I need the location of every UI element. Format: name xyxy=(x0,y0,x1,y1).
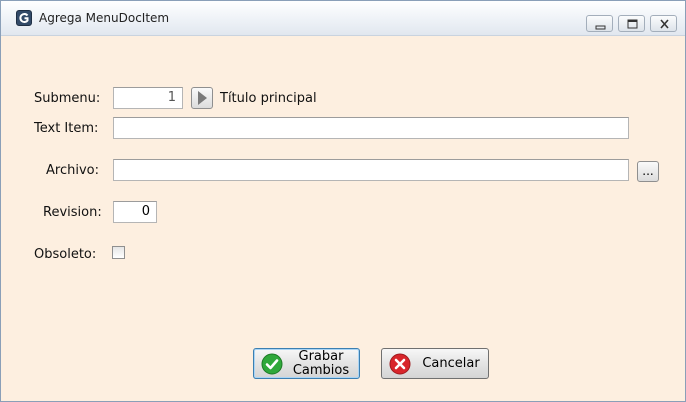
revision-label: Revision: xyxy=(43,205,102,220)
submenu-select-button[interactable] xyxy=(191,87,213,109)
close-icon xyxy=(660,19,669,29)
text-item-field[interactable] xyxy=(113,117,629,139)
save-label-line1: Grabar xyxy=(298,349,344,364)
submenu-caption: Título principal xyxy=(220,91,317,106)
cancel-x-icon xyxy=(389,353,411,375)
revision-field[interactable]: 0 xyxy=(113,201,157,223)
cancel-button[interactable]: Cancelar xyxy=(381,348,489,379)
maximize-icon xyxy=(627,19,638,29)
app-logo-icon[interactable] xyxy=(16,10,32,26)
close-button[interactable] xyxy=(650,15,677,32)
title-bar[interactable]: Agrega MenuDocItem xyxy=(1,1,685,36)
minimize-button[interactable] xyxy=(586,15,613,32)
minimize-icon xyxy=(595,25,606,30)
save-changes-button[interactable]: Grabar Cambios xyxy=(253,348,360,379)
form-panel xyxy=(5,37,682,399)
submenu-field[interactable]: 1 xyxy=(113,87,183,109)
obsoleto-checkbox[interactable] xyxy=(112,246,125,259)
obsoleto-label: Obsoleto: xyxy=(34,247,97,262)
text-item-label: Text Item: xyxy=(34,121,99,136)
window-title: Agrega MenuDocItem xyxy=(39,11,170,25)
cancel-label: Cancelar xyxy=(422,356,480,371)
save-label-line2: Cambios xyxy=(292,363,350,378)
archivo-label: Archivo: xyxy=(46,163,99,178)
dialog-window: Agrega MenuDocItem Submenu: 1 Título pri… xyxy=(0,0,686,402)
archivo-field[interactable] xyxy=(113,159,629,181)
submenu-label: Submenu: xyxy=(34,91,101,106)
checkmark-icon xyxy=(261,353,283,375)
play-arrow-icon xyxy=(198,91,207,105)
maximize-button[interactable] xyxy=(618,15,645,32)
browse-button[interactable]: ... xyxy=(637,161,659,182)
